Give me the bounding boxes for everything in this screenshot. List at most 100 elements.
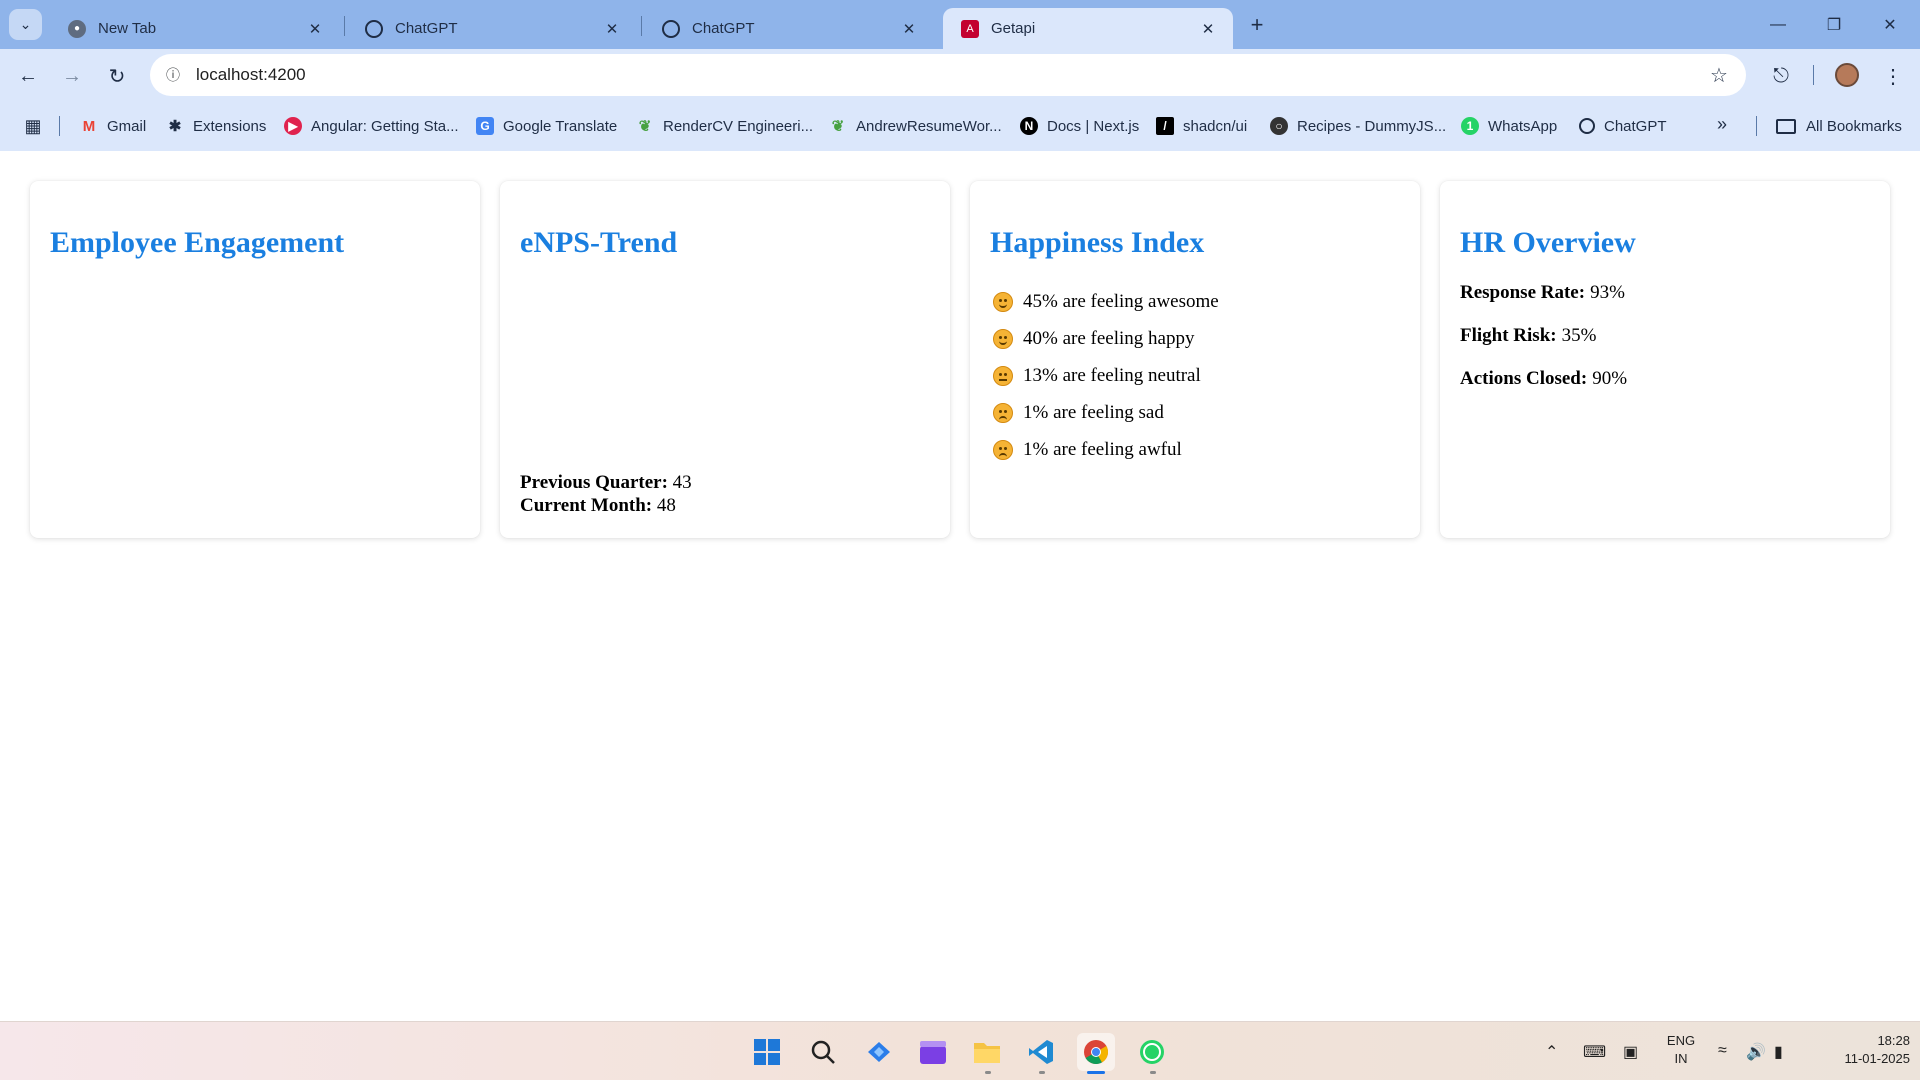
current-month-label: Current Month: — [520, 495, 653, 516]
restore-button[interactable]: ❐ — [1806, 0, 1862, 49]
kebab-menu-icon: ⋮ — [1883, 65, 1903, 88]
close-icon: ✕ — [1883, 16, 1897, 34]
stat-label: Flight Risk: — [1460, 324, 1557, 346]
chrome-icon[interactable] — [1077, 1033, 1115, 1071]
language-indicator[interactable]: ENG IN — [1666, 1032, 1696, 1068]
file-explorer-icon[interactable] — [968, 1033, 1006, 1071]
running-indicator — [1039, 1071, 1045, 1074]
enps-stats: Previous Quarter: 43 Current Month: 48 — [520, 471, 692, 517]
bookmark-dummyjson[interactable]: ○ Recipes - DummyJS... — [1270, 112, 1446, 140]
happiness-index-card: Happiness Index 45% are feeling awesome … — [970, 181, 1420, 538]
language-code: ENG — [1666, 1033, 1696, 1048]
bookmark-chatgpt[interactable]: ChatGPT — [1579, 112, 1667, 140]
bookmark-angular[interactable]: ▶ Angular: Getting Sta... — [284, 112, 459, 140]
arrow-left-icon: ← — [18, 64, 38, 87]
address-bar[interactable]: ⓘ ☆ — [150, 54, 1746, 96]
extensions-button[interactable]: ⎋ — [1766, 61, 1796, 91]
angular-icon: ▶ — [284, 117, 302, 135]
folder-icon — [1776, 118, 1796, 134]
vscode-icon[interactable] — [1022, 1033, 1060, 1071]
close-icon[interactable]: ✕ — [601, 18, 623, 40]
stat-label: Actions Closed: — [1460, 367, 1588, 389]
bookmark-rendercv[interactable]: ❦ RenderCV Engineeri... — [636, 112, 813, 140]
previous-quarter-label: Previous Quarter: — [520, 472, 668, 493]
browser-toolbar: ← → ↻ ⓘ ☆ ⎋ ⋮ — [0, 49, 1920, 101]
list-item: 13% are feeling neutral — [990, 357, 1400, 394]
region-code: IN — [1674, 1051, 1688, 1066]
current-month-row: Current Month: 48 — [520, 494, 692, 517]
previous-quarter-row: Previous Quarter: 43 — [520, 471, 692, 494]
bookmark-label: Extensions — [193, 117, 267, 135]
arrow-right-icon: → — [62, 64, 82, 87]
close-window-button[interactable]: ✕ — [1862, 0, 1918, 49]
all-bookmarks-button[interactable]: All Bookmarks — [1776, 112, 1902, 140]
bookmark-label: ChatGPT — [1604, 117, 1667, 135]
site-info-icon[interactable]: ⓘ — [160, 62, 186, 88]
tab-new-tab[interactable]: ● New Tab ✕ — [50, 8, 340, 49]
bookmark-label: Google Translate — [503, 117, 618, 135]
whatsapp-icon: 1 — [1461, 117, 1479, 135]
clipchamp-icon[interactable] — [914, 1033, 952, 1071]
overleaf-icon: ❦ — [638, 118, 652, 135]
list-item: 1% are feeling sad — [990, 394, 1400, 431]
bookmark-star-icon[interactable]: ☆ — [1706, 62, 1732, 88]
bookmarks-separator — [1756, 116, 1757, 136]
bookmark-google-translate[interactable]: G Google Translate — [476, 112, 617, 140]
battery-icon[interactable]: ▮ — [1774, 1042, 1783, 1062]
whatsapp-icon[interactable] — [1133, 1033, 1171, 1071]
close-icon[interactable]: ✕ — [1197, 18, 1219, 40]
forward-button[interactable]: → — [57, 61, 87, 91]
bookmark-label: RenderCV Engineeri... — [663, 117, 814, 135]
clock-time: 18:28 — [1877, 1033, 1910, 1048]
tab-search-button[interactable]: ⌄ — [9, 9, 42, 40]
apps-grid-icon[interactable]: ▦ — [22, 115, 44, 137]
wifi-icon[interactable]: ≈ — [1718, 1042, 1727, 1060]
close-icon[interactable]: ✕ — [898, 18, 920, 40]
profile-avatar[interactable] — [1835, 63, 1859, 87]
reload-icon: ↻ — [108, 65, 126, 88]
bookmark-whatsapp[interactable]: 1 WhatsApp — [1461, 112, 1557, 140]
openai-icon — [1579, 118, 1595, 134]
tablet-icon[interactable]: ▣ — [1623, 1042, 1638, 1062]
puzzle-icon: ✱ — [168, 118, 182, 135]
list-item: 1% are feeling awful — [990, 431, 1400, 468]
bookmark-shadcn[interactable]: / shadcn/ui — [1156, 112, 1247, 140]
running-indicator — [1150, 1071, 1156, 1074]
clock[interactable]: 18:28 11-01-2025 — [1810, 1032, 1910, 1068]
url-input[interactable] — [196, 65, 1596, 85]
bookmark-label: Angular: Getting Sta... — [311, 117, 459, 135]
back-button[interactable]: ← — [13, 61, 43, 91]
search-icon[interactable] — [804, 1033, 842, 1071]
mood-text: 40% are feeling happy — [1023, 327, 1195, 349]
taskbar: ⌃ ⌨ ▣ ENG IN ≈ 🔊 ▮ 18:28 11-01-2025 — [0, 1021, 1920, 1080]
minimize-button[interactable]: — — [1750, 0, 1806, 49]
chevron-up-icon[interactable]: ⌃ — [1545, 1042, 1558, 1062]
bookmark-gmail[interactable]: M Gmail — [80, 112, 146, 140]
bookmark-extensions[interactable]: ✱ Extensions — [166, 112, 267, 140]
tab-strip: ⌄ ● New Tab ✕ ChatGPT ✕ ChatGPT ✕ A Geta… — [0, 0, 1920, 49]
new-tab-button[interactable]: + — [1244, 12, 1270, 38]
close-icon[interactable]: ✕ — [304, 18, 326, 40]
volume-icon[interactable]: 🔊 — [1746, 1042, 1766, 1062]
chevron-double-right-icon[interactable]: » — [1717, 114, 1727, 135]
mood-text: 1% are feeling sad — [1023, 401, 1164, 423]
keyboard-icon[interactable]: ⌨ — [1583, 1042, 1606, 1062]
card-title: Employee Engagement — [50, 226, 345, 259]
tab-getapi[interactable]: A Getapi ✕ — [943, 8, 1233, 49]
card-title: HR Overview — [1460, 226, 1636, 259]
tab-title: New Tab — [98, 20, 157, 37]
bookmark-andrew-resume[interactable]: ❦ AndrewResumeWor... — [829, 112, 1002, 140]
reload-button[interactable]: ↻ — [102, 61, 132, 91]
toolbar-separator — [1813, 65, 1814, 85]
stat-value: 93% — [1590, 281, 1625, 303]
tab-separator — [344, 16, 345, 36]
tab-chatgpt-1[interactable]: ChatGPT ✕ — [347, 8, 637, 49]
azure-devops-icon[interactable] — [860, 1033, 898, 1071]
hr-overview-card: HR Overview Response Rate: 93% Flight Ri… — [1440, 181, 1890, 538]
bookmark-label: AndrewResumeWor... — [856, 117, 1002, 135]
tab-chatgpt-2[interactable]: ChatGPT ✕ — [644, 8, 934, 49]
windows-start-icon[interactable] — [748, 1033, 786, 1071]
menu-button[interactable]: ⋮ — [1878, 61, 1908, 91]
bookmark-nextjs[interactable]: N Docs | Next.js — [1020, 112, 1139, 140]
neutral-face-icon — [993, 365, 1013, 386]
